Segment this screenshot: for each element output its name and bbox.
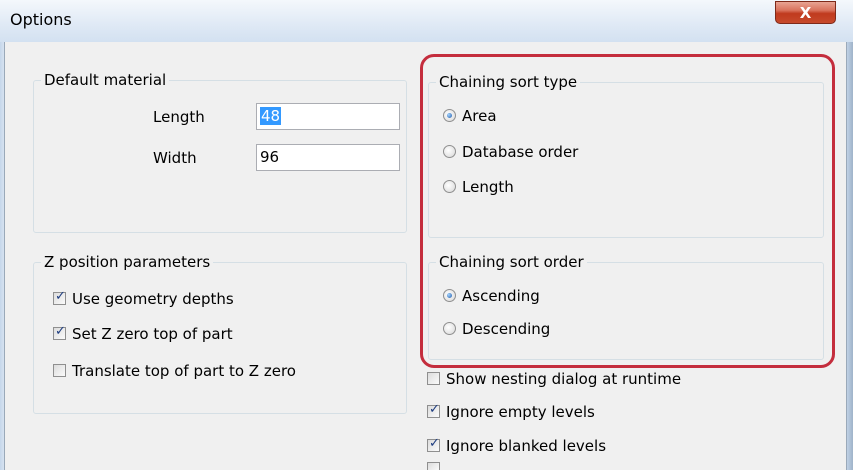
window-right-border xyxy=(846,42,853,470)
set-z-zero-label: Set Z zero top of part xyxy=(72,325,233,343)
checkbox-checked-icon xyxy=(427,402,440,418)
length-value: 48 xyxy=(260,107,282,125)
checkbox-unchecked-icon xyxy=(427,372,440,385)
show-nesting-dialog-label: Show nesting dialog at runtime xyxy=(446,370,682,388)
highlight-annotation xyxy=(420,54,835,368)
checkbox-checked-icon xyxy=(53,324,66,340)
checkbox-checked-icon xyxy=(53,289,66,305)
ignore-empty-levels-label: Ignore empty levels xyxy=(446,403,595,421)
use-geometry-depths-label: Use geometry depths xyxy=(72,290,234,308)
length-input[interactable]: 48 xyxy=(256,103,400,130)
window-title: Options xyxy=(10,10,72,29)
z-position-title: Z position parameters xyxy=(41,253,214,271)
width-label: Width xyxy=(153,149,197,167)
cut-off-checkbox[interactable] xyxy=(427,462,440,470)
close-button[interactable]: X xyxy=(775,1,836,24)
width-value: 96 xyxy=(260,148,280,166)
length-label: Length xyxy=(153,108,205,126)
close-icon: X xyxy=(799,4,812,22)
title-bar: Options X xyxy=(0,0,853,43)
width-input[interactable]: 96 xyxy=(256,144,400,171)
translate-top-label: Translate top of part to Z zero xyxy=(72,362,296,380)
ignore-blanked-levels-label: Ignore blanked levels xyxy=(446,437,607,455)
checkbox-unchecked-icon xyxy=(53,364,66,377)
default-material-title: Default material xyxy=(41,71,170,89)
checkbox-checked-icon xyxy=(427,436,440,452)
